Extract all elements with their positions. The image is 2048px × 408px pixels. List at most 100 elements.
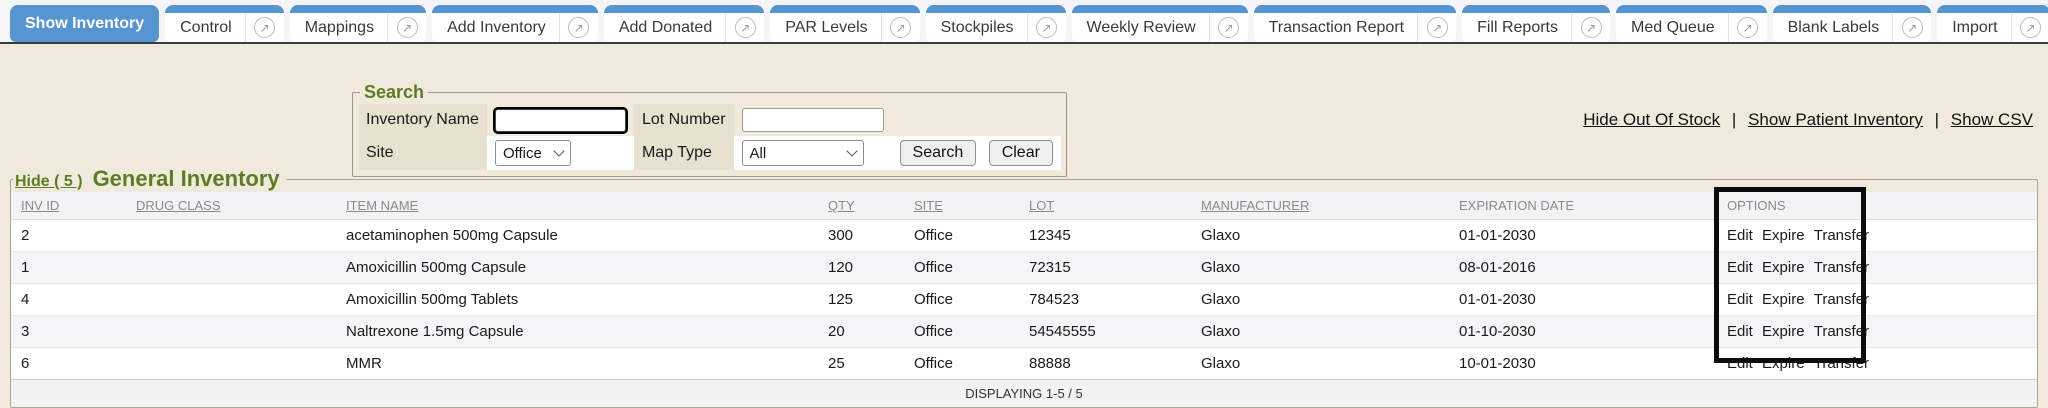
expire-link[interactable]: Expire (1762, 259, 1805, 276)
tab-med-queue[interactable]: Med Queue ↗ (1616, 5, 1767, 42)
cell-options: Edit Expire Transfer (1717, 252, 2037, 284)
cell-expiration-date: 01-01-2030 (1449, 284, 1717, 316)
tab-fill-reports[interactable]: Fill Reports ↗ (1462, 5, 1610, 42)
cell-manufacturer: Glaxo (1191, 220, 1449, 252)
main-tab-bar: Show Inventory Control ↗ Mappings ↗ Add … (0, 0, 2048, 44)
tab-weekly-review[interactable]: Weekly Review ↗ (1072, 5, 1248, 42)
column-header-manufacturer[interactable]: MANUFACTURER (1191, 192, 1449, 220)
cell-lot: 88888 (1019, 348, 1191, 380)
cell-drug-class (126, 316, 336, 348)
column-header-qty[interactable]: QTY (818, 192, 904, 220)
expire-link[interactable]: Expire (1762, 355, 1805, 372)
external-link-icon[interactable]: ↗ (726, 13, 764, 42)
cell-inv-id: 3 (11, 316, 126, 348)
map-type-select[interactable]: All (742, 140, 864, 166)
external-link-icon[interactable]: ↗ (1729, 13, 1767, 42)
table-row: 3 Naltrexone 1.5mg Capsule 20 Office 545… (11, 316, 2037, 348)
expire-link[interactable]: Expire (1762, 291, 1805, 308)
tab-par-levels[interactable]: PAR Levels ↗ (770, 5, 919, 42)
tab-import[interactable]: Import ↗ (1937, 5, 2048, 42)
cell-drug-class (126, 284, 336, 316)
tab-control[interactable]: Control ↗ (165, 5, 284, 42)
cell-site: Office (904, 252, 1019, 284)
chevron-down-icon (846, 145, 857, 156)
tab-label: PAR Levels (770, 19, 880, 37)
column-header-item-name[interactable]: ITEM NAME (336, 192, 818, 220)
external-link-icon[interactable]: ↗ (388, 13, 426, 42)
edit-link[interactable]: Edit (1727, 259, 1753, 276)
inventory-name-label: Inventory Name (358, 104, 487, 136)
tab-show-inventory[interactable]: Show Inventory (10, 5, 159, 42)
search-button[interactable]: Search (900, 140, 977, 166)
map-type-select-value: All (750, 145, 767, 162)
edit-link[interactable]: Edit (1727, 227, 1753, 244)
tab-cap (770, 5, 919, 13)
site-select[interactable]: Office (495, 140, 571, 166)
cell-site: Office (904, 348, 1019, 380)
tab-stockpiles[interactable]: Stockpiles ↗ (926, 5, 1066, 42)
external-link-icon[interactable]: ↗ (1572, 13, 1610, 42)
tab-add-inventory[interactable]: Add Inventory ↗ (432, 5, 598, 42)
table-row: 6 MMR 25 Office 88888 Glaxo 10-01-2030 E… (11, 348, 2037, 380)
tab-cap (604, 5, 764, 13)
hide-out-of-stock-link[interactable]: Hide Out Of Stock (1583, 110, 1720, 129)
tab-add-donated[interactable]: Add Donated ↗ (604, 5, 764, 42)
transfer-link[interactable]: Transfer (1814, 323, 1869, 340)
clear-button[interactable]: Clear (989, 140, 1053, 166)
cell-expiration-date: 01-10-2030 (1449, 316, 1717, 348)
inventory-name-input[interactable] (495, 109, 626, 132)
external-link-icon[interactable]: ↗ (2012, 13, 2048, 42)
tab-label: Import (1937, 19, 2010, 37)
cell-item-name: Amoxicillin 500mg Tablets (336, 284, 818, 316)
tab-cap (165, 5, 284, 13)
tab-cap (1937, 5, 2048, 13)
tab-cap (1254, 5, 1456, 13)
inventory-table: INV ID DRUG CLASS ITEM NAME QTY SITE LOT… (11, 192, 2037, 407)
table-footer-row: DISPLAYING 1-5 / 5 (11, 380, 2037, 408)
show-patient-inventory-link[interactable]: Show Patient Inventory (1748, 110, 1923, 129)
cell-qty: 20 (818, 316, 904, 348)
search-panel: Search Inventory Name Lot Number Site Of… (352, 82, 1067, 177)
column-header-lot[interactable]: LOT (1019, 192, 1191, 220)
tab-label: Show Inventory (10, 15, 159, 33)
column-header-site[interactable]: SITE (904, 192, 1019, 220)
hide-section-link[interactable]: Hide ( 5 ) (15, 173, 83, 191)
column-header-drug-class[interactable]: DRUG CLASS (126, 192, 336, 220)
external-link-icon[interactable]: ↗ (1418, 13, 1456, 42)
external-link-icon[interactable]: ↗ (560, 13, 598, 42)
show-csv-link[interactable]: Show CSV (1951, 110, 2033, 129)
tab-cap (1462, 5, 1610, 13)
tab-blank-labels[interactable]: Blank Labels ↗ (1773, 5, 1932, 42)
cell-site: Office (904, 220, 1019, 252)
cell-expiration-date: 08-01-2016 (1449, 252, 1717, 284)
cell-site: Office (904, 316, 1019, 348)
tab-mappings[interactable]: Mappings ↗ (290, 5, 426, 42)
external-link-icon[interactable]: ↗ (246, 13, 284, 42)
external-link-icon[interactable]: ↗ (882, 13, 920, 42)
cell-lot: 72315 (1019, 252, 1191, 284)
chevron-down-icon (553, 145, 564, 156)
expire-link[interactable]: Expire (1762, 323, 1805, 340)
external-link-icon[interactable]: ↗ (1028, 13, 1066, 42)
tab-transaction-report[interactable]: Transaction Report ↗ (1254, 5, 1456, 42)
tab-label: Fill Reports (1462, 19, 1571, 37)
cell-qty: 125 (818, 284, 904, 316)
edit-link[interactable]: Edit (1727, 355, 1753, 372)
transfer-link[interactable]: Transfer (1814, 227, 1869, 244)
external-link-icon[interactable]: ↗ (1210, 13, 1248, 42)
external-link-icon[interactable]: ↗ (1893, 13, 1931, 42)
cell-lot: 784523 (1019, 284, 1191, 316)
general-inventory-section: Hide ( 5 ) General Inventory INV ID DRUG… (10, 166, 2038, 408)
tab-label: Transaction Report (1254, 19, 1417, 37)
map-type-label: Map Type (634, 136, 734, 170)
expire-link[interactable]: Expire (1762, 227, 1805, 244)
column-header-inv-id[interactable]: INV ID (11, 192, 126, 220)
tab-label: Control (165, 19, 245, 37)
edit-link[interactable]: Edit (1727, 291, 1753, 308)
transfer-link[interactable]: Transfer (1814, 291, 1869, 308)
edit-link[interactable]: Edit (1727, 323, 1753, 340)
transfer-link[interactable]: Transfer (1814, 259, 1869, 276)
lot-number-input[interactable] (742, 108, 884, 132)
transfer-link[interactable]: Transfer (1814, 355, 1869, 372)
tab-cap (290, 5, 426, 13)
